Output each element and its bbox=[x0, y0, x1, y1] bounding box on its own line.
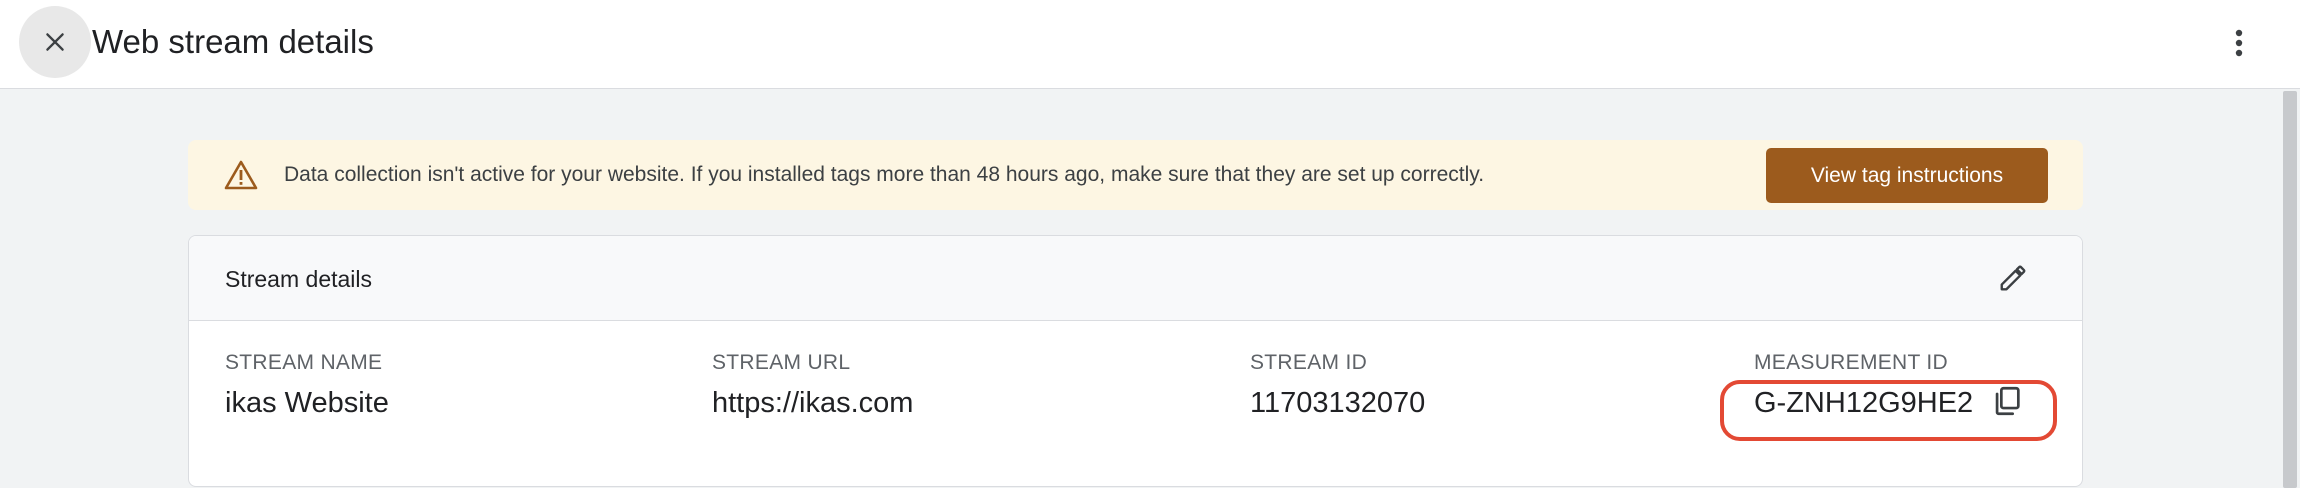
page-title: Web stream details bbox=[92, 23, 374, 60]
stream-url-field: STREAM URL https://ikas.com bbox=[712, 351, 913, 420]
top-app-bar: Web stream details bbox=[0, 0, 2300, 89]
stream-name-label: STREAM NAME bbox=[225, 351, 383, 374]
close-button[interactable] bbox=[19, 6, 91, 78]
edit-pencil-icon bbox=[2000, 265, 2026, 291]
vertical-scrollbar[interactable] bbox=[2283, 91, 2297, 488]
measurement-id-value[interactable]: G-ZNH12G9HE2 bbox=[1754, 386, 1973, 420]
warning-icon bbox=[224, 160, 258, 190]
page-content: Data collection isn't active for your we… bbox=[0, 89, 2300, 488]
stream-name-value: ikas Website bbox=[225, 387, 389, 419]
stream-id-label: STREAM ID bbox=[1250, 351, 1368, 374]
measurement-id-row: G-ZNH12G9HE2 bbox=[1754, 386, 2020, 420]
stream-name-field: STREAM NAME ikas Website bbox=[225, 351, 389, 420]
card-title: Stream details bbox=[225, 266, 373, 292]
view-tag-instructions-button[interactable]: View tag instructions bbox=[1766, 148, 2048, 203]
copy-measurement-id-button[interactable] bbox=[1985, 379, 2029, 423]
stream-id-field: STREAM ID 11703132070 bbox=[1250, 351, 1425, 420]
stream-url-value: https://ikas.com bbox=[712, 387, 914, 419]
stream-url-label: STREAM URL bbox=[712, 351, 851, 374]
more-options-button[interactable] bbox=[2214, 18, 2264, 68]
measurement-id-label: MEASUREMENT ID bbox=[1754, 351, 1948, 374]
banner-message: Data collection isn't active for your we… bbox=[284, 163, 1485, 186]
copy-icon bbox=[1995, 386, 2020, 416]
close-icon bbox=[46, 33, 64, 51]
warning-banner: Data collection isn't active for your we… bbox=[188, 140, 2083, 210]
card-header: Stream details bbox=[189, 236, 2082, 321]
edit-button[interactable] bbox=[1991, 256, 2035, 300]
measurement-id-field: MEASUREMENT ID G-ZNH12G9HE2 bbox=[1754, 351, 2020, 420]
app-window: Web stream details Data collection isn't… bbox=[0, 0, 2300, 488]
stream-details-card: Stream details STREAM NAME ikas Website … bbox=[188, 235, 2083, 487]
stream-id-value: 11703132070 bbox=[1250, 387, 1426, 419]
more-vert-icon bbox=[2235, 29, 2243, 57]
